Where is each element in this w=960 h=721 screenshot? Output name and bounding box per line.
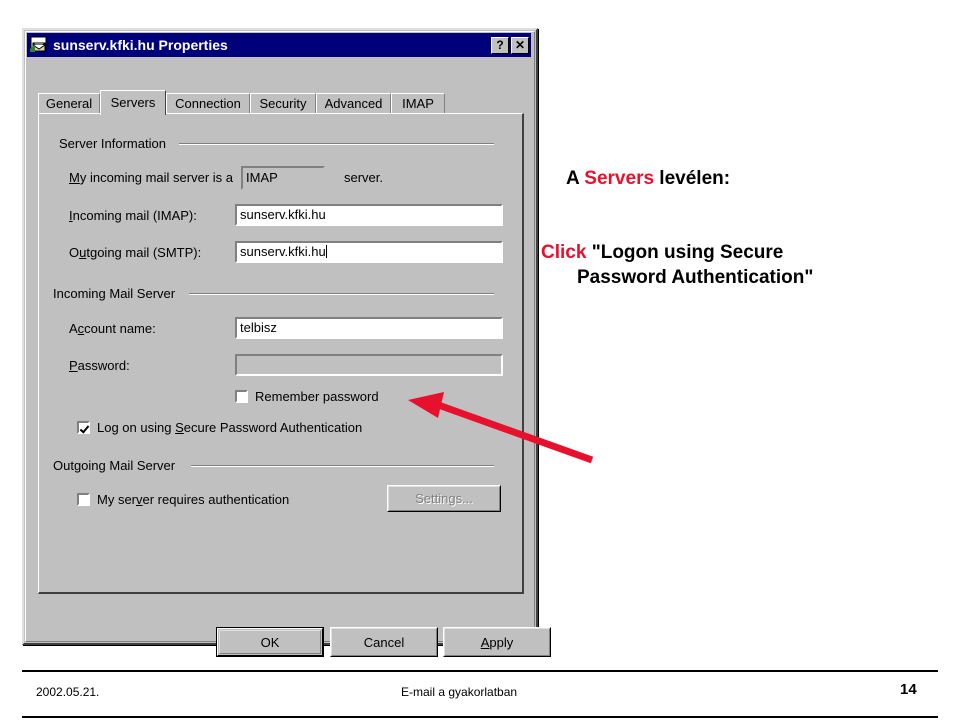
- password-input[interactable]: [235, 354, 503, 376]
- label-incoming-server-type-accel: M: [69, 170, 80, 185]
- spa-label-c: ecure Password Authentication: [183, 420, 363, 435]
- footer-date: 2002.05.21.: [36, 685, 100, 699]
- text-caret: [325, 245, 327, 258]
- spa-label-accel: S: [175, 420, 184, 435]
- requires-auth-label-a: My ser: [97, 492, 136, 507]
- label-password-text: assword:: [77, 358, 130, 373]
- apply-button-text: pply: [489, 634, 514, 650]
- spa-label-a: Log on using: [97, 420, 176, 435]
- requires-auth-label-c: er requires authentication: [142, 492, 290, 507]
- cancel-button-label: Cancel: [331, 628, 437, 656]
- spa-label: Log on using Secure Password Authenticat…: [97, 420, 362, 435]
- tab-strip: General Servers Connection Security Adva…: [38, 90, 528, 115]
- tab-general[interactable]: General: [38, 93, 100, 114]
- tab-advanced[interactable]: Advanced: [316, 93, 391, 114]
- settings-button[interactable]: Settings...: [387, 485, 501, 512]
- properties-dialog: sunserv.kfki.hu Properties ? ✕ General S…: [22, 28, 551, 657]
- apply-button[interactable]: Apply: [443, 627, 551, 657]
- annotation-line-2-highlight: Click: [541, 242, 587, 263]
- footer-page-number: 14: [900, 681, 917, 698]
- remember-password-label: Remember password: [255, 389, 379, 404]
- group-rule-server-information: [179, 143, 494, 145]
- incoming-mail-input[interactable]: sunserv.kfki.hu: [235, 204, 503, 226]
- annotation-line-1-prefix: A: [566, 168, 585, 189]
- apply-button-label: Apply: [444, 628, 550, 656]
- label-account-name: Account name:: [69, 321, 156, 336]
- outgoing-mail-input[interactable]: sunserv.kfki.hu: [235, 241, 503, 263]
- annotation-line-1-suffix: levélen:: [654, 168, 731, 189]
- footer-rule-bottom: [22, 716, 938, 718]
- label-outgoing-mail-text: tgoing mail (SMTP):: [86, 245, 202, 260]
- apply-button-accel: A: [480, 634, 490, 650]
- help-button[interactable]: ?: [491, 36, 509, 54]
- annotation-line-1-highlight: Servers: [584, 168, 655, 189]
- close-icon[interactable]: ✕: [511, 36, 529, 54]
- requires-auth-checkbox-row[interactable]: My server requires authentication: [77, 492, 289, 507]
- spa-checkbox[interactable]: [77, 421, 90, 434]
- group-rule-incoming-mail-server: [189, 293, 494, 295]
- requires-auth-label: My server requires authentication: [97, 492, 289, 507]
- tab-servers[interactable]: Servers: [100, 90, 166, 115]
- outgoing-mail-value: sunserv.kfki.hu: [240, 244, 326, 259]
- annotation-line-2-rest: "Logon using Secure: [586, 242, 784, 263]
- annotation-line-2-continuation: Password Authentication": [577, 267, 814, 288]
- label-outgoing-mail-pre: O: [69, 245, 80, 260]
- dialog-title: sunserv.kfki.hu Properties: [53, 37, 228, 53]
- label-password: Password:: [69, 358, 130, 373]
- dialog-titlebar[interactable]: sunserv.kfki.hu Properties ? ✕: [27, 33, 531, 57]
- account-name-input[interactable]: telbisz: [235, 317, 503, 339]
- group-label-outgoing-mail-server: Outgoing Mail Server: [53, 458, 182, 473]
- label-incoming-server-type-text: y incoming mail server is a: [79, 170, 233, 185]
- servers-tab-panel: Server Information My incoming mail serv…: [38, 113, 524, 594]
- cancel-button[interactable]: Cancel: [330, 627, 438, 657]
- settings-button-label: Settings...: [388, 486, 500, 511]
- ok-button[interactable]: OK: [216, 627, 324, 657]
- ok-button-label: OK: [217, 628, 323, 656]
- label-password-accel: P: [69, 358, 78, 373]
- label-account-name-pre: A: [69, 321, 78, 336]
- ok-button-bevel: [219, 630, 321, 654]
- spa-checkbox-row[interactable]: Log on using Secure Password Authenticat…: [77, 420, 362, 435]
- footer-rule-top: [22, 670, 938, 672]
- annotation-line-2: Click "Logon using Secure Password Authen…: [541, 240, 941, 290]
- label-server-suffix: server.: [344, 170, 384, 185]
- remember-password-checkbox-row[interactable]: Remember password: [235, 389, 379, 404]
- tab-imap[interactable]: IMAP: [391, 93, 445, 114]
- remember-password-checkbox[interactable]: [235, 390, 248, 403]
- incoming-server-type-value[interactable]: IMAP: [241, 166, 325, 190]
- group-rule-outgoing-mail-server: [191, 465, 494, 467]
- group-label-server-information: Server Information: [59, 136, 172, 151]
- annotation-line-1: A Servers levélen:: [566, 166, 730, 191]
- mail-envelope-icon: [30, 36, 48, 54]
- footer-title: E-mail a gyakorlatban: [401, 685, 518, 699]
- requires-auth-checkbox[interactable]: [77, 493, 90, 506]
- label-incoming-server-type: My incoming mail server is a: [69, 170, 233, 185]
- label-account-name-text: count name:: [84, 321, 156, 336]
- label-incoming-mail-text: ncoming mail (IMAP):: [72, 208, 197, 223]
- label-incoming-mail: Incoming mail (IMAP):: [69, 208, 197, 223]
- label-outgoing-mail: Outgoing mail (SMTP):: [69, 245, 201, 260]
- tab-connection[interactable]: Connection: [166, 93, 250, 114]
- group-label-incoming-mail-server: Incoming Mail Server: [53, 286, 182, 301]
- tab-security[interactable]: Security: [250, 93, 316, 114]
